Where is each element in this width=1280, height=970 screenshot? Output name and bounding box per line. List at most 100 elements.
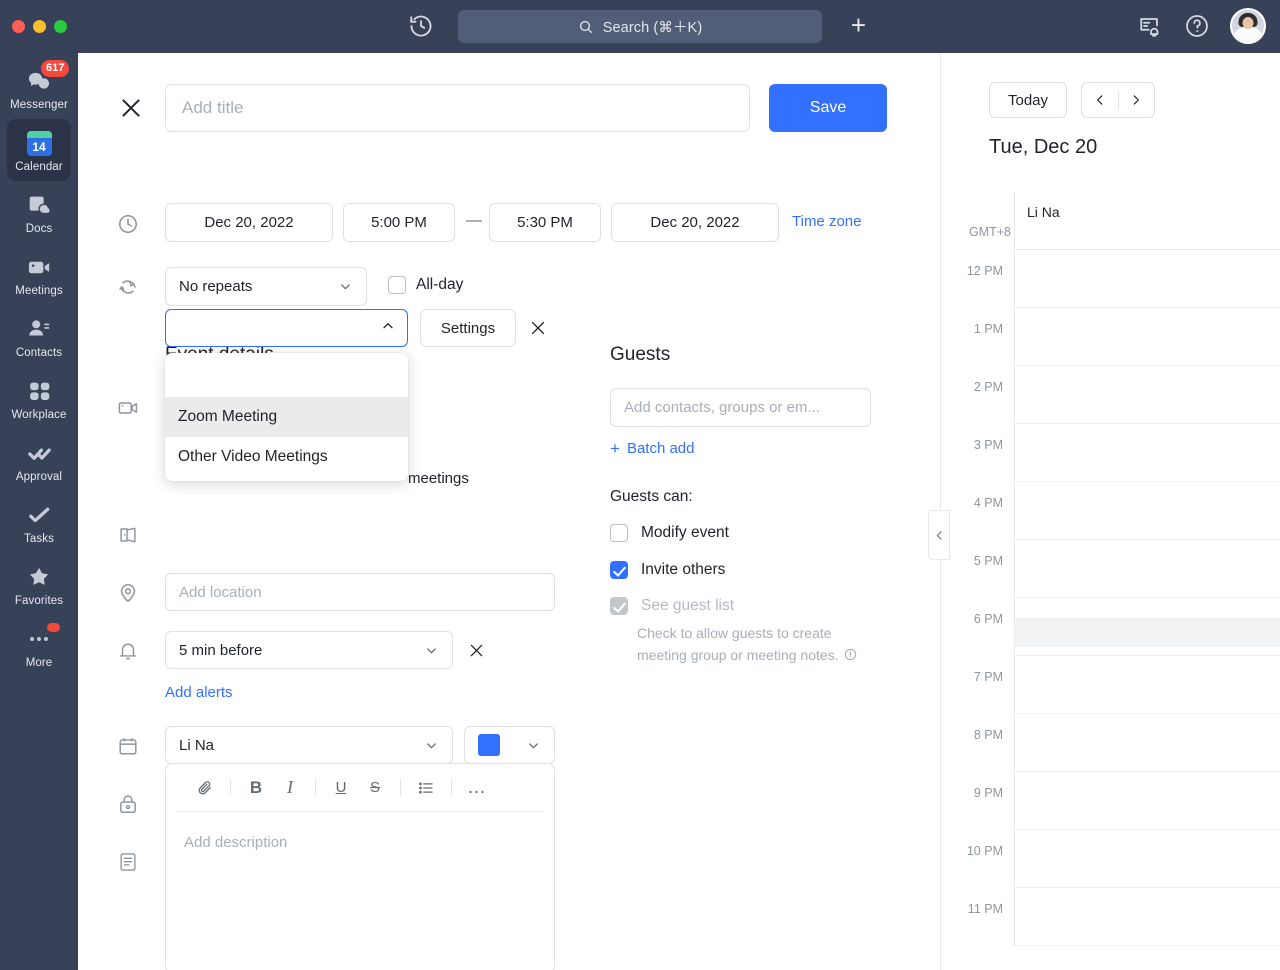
calendar-hour-row[interactable]: 2 PM (941, 366, 1280, 424)
search-input[interactable]: Search (⌘＋K) (458, 10, 822, 43)
event-title-input[interactable] (165, 84, 750, 132)
sidebar-label: Contacts (7, 347, 71, 359)
calendar-hour-cell[interactable] (1014, 366, 1280, 424)
calendar-hour-row[interactable]: 1 PM (941, 308, 1280, 366)
calendar-hour-cell[interactable] (1014, 482, 1280, 540)
sidebar-item-workplace[interactable]: Workplace (7, 367, 71, 429)
history-icon[interactable] (408, 13, 434, 39)
guest-permission-modify-event[interactable]: Modify event (610, 524, 729, 542)
calendar-hour-row[interactable]: 4 PM (941, 482, 1280, 540)
close-icon[interactable] (118, 95, 144, 121)
video-settings-button[interactable]: Settings (420, 309, 516, 347)
batch-add-button[interactable]: + Batch add (610, 440, 695, 457)
minimize-window-button[interactable] (33, 20, 46, 33)
more-notification-dot (47, 623, 60, 632)
all-day-checkbox[interactable] (388, 276, 406, 294)
start-date-field[interactable]: Dec 20, 2022 (165, 203, 333, 242)
chevron-down-icon (424, 738, 439, 753)
underline-icon[interactable]: U (326, 773, 356, 803)
attachment-icon[interactable] (190, 773, 220, 803)
calendar-hour-row[interactable]: 11 PM (941, 888, 1280, 946)
sidebar-item-favorites[interactable]: Favorites (7, 553, 71, 615)
avatar[interactable] (1230, 8, 1266, 44)
calendar-icon-day: 14 (27, 140, 52, 154)
italic-icon[interactable]: I (275, 773, 305, 803)
save-button[interactable]: Save (769, 84, 887, 132)
calendar-hour-row[interactable]: 7 PM (941, 656, 1280, 714)
sidebar-item-tasks[interactable]: Tasks (7, 491, 71, 553)
sidebar-label: Calendar (7, 161, 71, 173)
sidebar-item-calendar[interactable]: 14 Calendar (7, 119, 71, 181)
editor-toolbar: B I U S … (176, 764, 544, 812)
sidebar-item-contacts[interactable]: Contacts (7, 305, 71, 367)
calendar-hour-cell[interactable] (1014, 714, 1280, 772)
repeat-select[interactable]: No repeats (165, 267, 367, 306)
new-item-button[interactable]: + (846, 13, 871, 38)
calendar-hour-row[interactable]: 8 PM (941, 714, 1280, 772)
toolbar-divider (315, 779, 316, 796)
search-icon (578, 19, 594, 35)
time-zone-link[interactable]: Time zone (792, 213, 861, 230)
collapse-panel-button[interactable] (928, 510, 950, 560)
calendar-hour-cell[interactable] (1014, 308, 1280, 366)
previous-day-button[interactable] (1082, 83, 1118, 117)
notification-board-icon[interactable] (1138, 13, 1164, 39)
calendar-hour-cell[interactable] (1014, 888, 1280, 946)
end-date-field[interactable]: Dec 20, 2022 (611, 203, 779, 242)
alert-select[interactable]: 5 min before (165, 631, 453, 669)
remove-video-conference-icon[interactable] (528, 318, 548, 338)
guest-permission-hint: Check to allow guests to create meeting … (637, 623, 862, 666)
calendar-hour-cell[interactable] (1014, 656, 1280, 714)
strikethrough-icon[interactable]: S (360, 773, 390, 803)
calendar-owner-select[interactable]: Li Na (165, 726, 453, 764)
sidebar-item-messenger[interactable]: 617 Messenger (7, 57, 71, 119)
title-bar: Search (⌘＋K) + (0, 0, 1280, 53)
start-time-field[interactable]: 5:00 PM (343, 203, 455, 242)
calendar-hour-cell[interactable] (1014, 772, 1280, 830)
bullet-list-icon[interactable] (411, 773, 441, 803)
all-day-checkbox-row[interactable]: All-day (388, 276, 463, 294)
event-color-select[interactable] (464, 726, 555, 764)
modify-event-checkbox[interactable] (610, 524, 628, 542)
sidebar-item-approval[interactable]: Approval (7, 429, 71, 491)
end-time-field[interactable]: 5:30 PM (489, 203, 601, 242)
help-icon[interactable] (1184, 13, 1210, 39)
calendar-toolbar: Today (941, 53, 1280, 118)
calendar-hour-grid[interactable]: 12 PM1 PM2 PM3 PM4 PM5 PM6 PM7 PM8 PM9 P… (941, 250, 1280, 946)
invite-others-checkbox[interactable] (610, 561, 628, 579)
guests-input[interactable]: Add contacts, groups or em... (610, 388, 871, 427)
sidebar-item-meetings[interactable]: Meetings (7, 243, 71, 305)
video-conference-dropdown[interactable]: Zoom Meeting Other Video Meetings (165, 353, 408, 481)
sidebar-item-more[interactable]: More (7, 615, 71, 677)
info-icon[interactable] (844, 648, 857, 661)
guest-permission-invite-others[interactable]: Invite others (610, 561, 725, 579)
description-placeholder[interactable]: Add description (166, 812, 554, 873)
description-editor[interactable]: B I U S … Add description (165, 763, 555, 970)
dropdown-option-zoom-meeting[interactable]: Zoom Meeting (165, 397, 408, 437)
guests-can-label: Guests can: (610, 488, 693, 506)
more-icon[interactable]: … (462, 773, 492, 803)
video-conference-select[interactable] (165, 309, 408, 347)
selected-time-slot[interactable] (1015, 618, 1280, 647)
calendar-hour-row[interactable]: 3 PM (941, 424, 1280, 482)
calendar-column-label: Li Na (1027, 204, 1060, 220)
close-window-button[interactable] (12, 20, 25, 33)
remove-alert-icon[interactable] (467, 641, 486, 660)
calendar-hour-cell[interactable] (1014, 424, 1280, 482)
calendar-hour-row[interactable]: 12 PM (941, 250, 1280, 308)
next-day-button[interactable] (1119, 83, 1155, 117)
maximize-window-button[interactable] (54, 20, 67, 33)
calendar-hour-cell[interactable] (1014, 250, 1280, 308)
calendar-hour-cell[interactable] (1014, 540, 1280, 598)
today-button[interactable]: Today (989, 82, 1067, 118)
calendar-hour-label: 3 PM (941, 438, 1003, 452)
calendar-hour-cell[interactable] (1014, 830, 1280, 888)
add-alerts-link[interactable]: Add alerts (165, 684, 233, 701)
calendar-hour-row[interactable]: 5 PM (941, 540, 1280, 598)
location-input[interactable]: Add location (165, 573, 555, 611)
dropdown-option-other-video-meetings[interactable]: Other Video Meetings (165, 437, 408, 477)
calendar-hour-row[interactable]: 10 PM (941, 830, 1280, 888)
sidebar-item-docs[interactable]: Docs (7, 181, 71, 243)
bold-icon[interactable]: B (241, 773, 271, 803)
calendar-hour-row[interactable]: 9 PM (941, 772, 1280, 830)
